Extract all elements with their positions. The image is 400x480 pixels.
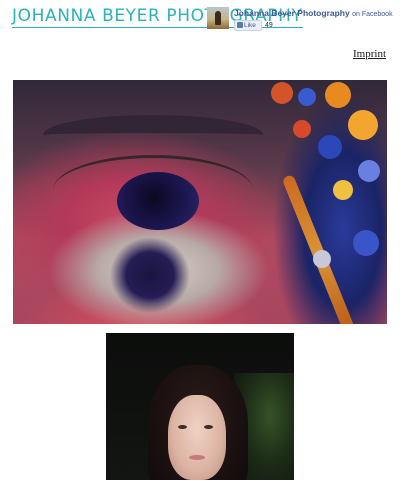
portrait-photo[interactable] [106, 333, 294, 480]
like-label: Like [244, 22, 256, 29]
eye-closeup-photo[interactable] [13, 80, 387, 324]
like-count: 49 [265, 22, 273, 29]
facebook-page-thumbnail[interactable] [207, 7, 229, 29]
like-button[interactable]: Like [234, 20, 262, 31]
facebook-suffix: on Facebook [352, 11, 393, 18]
facebook-like-box: Johanna Beyer Photography on Facebook Li… [207, 7, 397, 33]
thumbs-up-icon [237, 22, 243, 28]
imprint-link[interactable]: Imprint [353, 48, 386, 60]
facebook-page-name: Johanna Beyer Photography [234, 8, 350, 18]
facebook-page-link[interactable]: Johanna Beyer Photography on Facebook [234, 8, 393, 18]
